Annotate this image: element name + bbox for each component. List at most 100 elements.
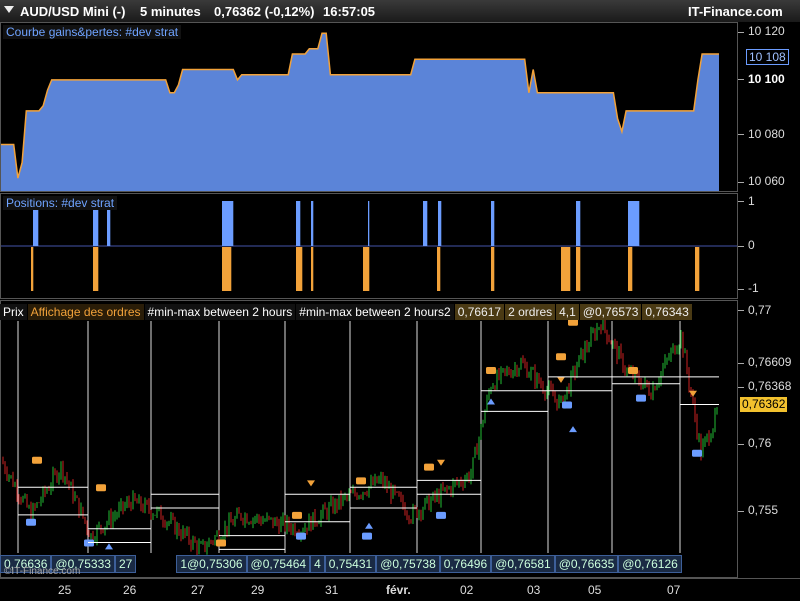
price-tick: 0,76368 [748, 379, 792, 393]
price-tick: 0,76609 [748, 355, 792, 369]
tick-mark [738, 387, 744, 388]
short-order-marker [556, 353, 566, 361]
long-order-marker [296, 532, 306, 540]
order-label: @0,75738 [376, 555, 440, 573]
positions-tick: 0 [748, 238, 755, 252]
time-label: 25 [58, 583, 72, 597]
order-label: @0,76581 [491, 555, 555, 573]
long-position-bar [493, 201, 495, 246]
short-position-bar [368, 247, 370, 291]
tick-mark [738, 246, 744, 247]
long-order-marker [362, 532, 372, 540]
short-position-bar [439, 247, 441, 291]
short-position-bar [230, 247, 232, 291]
legend-orders[interactable]: Affichage des ordres [27, 304, 144, 320]
watermark: ©IT-Finance.com [4, 566, 81, 577]
equity-tick: 10 120 [748, 24, 785, 38]
order-label: @0,76126 [618, 555, 682, 573]
buy-arrow-icon [365, 522, 373, 529]
price-tick: 0,77 [748, 303, 772, 317]
short-order-marker [356, 477, 366, 485]
equity-panel[interactable]: Courbe gains&pertes: #dev strat [0, 22, 738, 192]
order-label: @0,76635 [554, 555, 619, 573]
instrument-name[interactable]: AUD/USD Mini (-) [20, 4, 125, 19]
sell-arrow-icon [307, 480, 315, 487]
legend-value: 0,76617 [454, 304, 505, 320]
legend-indicator-2[interactable]: #min-max between 2 hours2 [296, 304, 454, 320]
tick-mark [738, 310, 744, 311]
short-order-marker [292, 511, 302, 519]
order-label: 0,75431 [324, 555, 377, 573]
long-position-bar [426, 201, 428, 246]
order-labels: 0,76636 @0,75333 27 1@0,75306 @0,75464 4 0,754… [0, 555, 682, 573]
tick-mark [738, 444, 744, 445]
tick-mark [738, 32, 744, 33]
brand-name: IT-Finance.com [688, 4, 783, 19]
tick-mark [738, 511, 744, 512]
price-tick: 0,76 [748, 436, 772, 450]
short-position-bar [698, 247, 700, 291]
price-scale[interactable]: 0,77 0,76609 0,76368 0,76362 0,76 0,755 [738, 300, 800, 578]
legend-value: 4,1 [556, 304, 579, 320]
long-order-marker [436, 511, 446, 519]
legend-price[interactable]: Prix [0, 304, 27, 320]
tick-mark [738, 289, 744, 290]
timeframe[interactable]: 5 minutes [140, 4, 201, 19]
last-price: 0,76362 (-0,12%) [214, 4, 315, 19]
legend-indicator[interactable]: #min-max between 2 hours [144, 304, 296, 320]
long-order-marker [562, 401, 572, 409]
time-axis[interactable]: 25 26 27 29 31 févr. 02 03 05 07 [0, 578, 800, 601]
short-position-bar [312, 247, 314, 291]
long-order-marker [636, 394, 646, 402]
short-order-marker [216, 539, 226, 547]
tick-mark [738, 79, 744, 80]
order-label: 0,76496 [439, 555, 492, 573]
time-label: 02 [460, 583, 474, 597]
short-position-bar [97, 247, 99, 291]
long-position-bar [232, 201, 234, 246]
equity-tick: 10 080 [748, 127, 785, 141]
short-position-bar [631, 247, 633, 291]
long-position-bar [312, 201, 314, 246]
title-bar: AUD/USD Mini (-) 5 minutes 0,76362 (-0,1… [0, 0, 800, 23]
buy-arrow-icon [569, 426, 577, 433]
time-label: 26 [123, 583, 137, 597]
short-order-marker [628, 367, 638, 374]
short-position-bar [579, 247, 581, 291]
price-legend: Prix Affichage des ordres #min-max between… [0, 303, 693, 320]
long-position-bar [299, 201, 301, 246]
time-label: 07 [667, 583, 681, 597]
time-label-month: févr. [386, 583, 411, 597]
equity-tick: 10 060 [748, 174, 785, 188]
equity-panel-label: Courbe gains&pertes: #dev strat [3, 25, 182, 39]
equity-curve-chart [1, 32, 719, 191]
sell-arrow-icon [437, 459, 445, 466]
price-panel[interactable] [0, 300, 738, 578]
clock-time: 16:57:05 [323, 4, 376, 19]
price-chart [2, 314, 719, 557]
short-order-marker [96, 484, 106, 492]
positions-tick: -1 [748, 281, 759, 295]
time-label: 05 [588, 583, 602, 597]
menu-dropdown-icon[interactable] [4, 6, 14, 13]
buy-arrow-icon [105, 543, 113, 550]
time-label: 03 [527, 583, 541, 597]
price-tick: 0,755 [748, 503, 779, 517]
equity-current-value: 10 108 [746, 49, 789, 65]
sell-arrow-icon [689, 390, 697, 397]
short-position-bar [32, 247, 34, 291]
order-label: 27 [114, 555, 137, 573]
equity-area [1, 33, 719, 191]
equity-scale[interactable]: 10 120 10 108 10 100 10 080 10 060 [738, 22, 800, 192]
long-order-marker [26, 518, 36, 526]
tick-mark [738, 182, 744, 183]
long-position-bar [440, 201, 442, 246]
positions-scale[interactable]: 1 0 -1 [738, 193, 800, 299]
short-order-marker [424, 463, 434, 471]
short-order-marker [32, 456, 42, 464]
time-label: 31 [325, 583, 339, 597]
positions-panel[interactable]: Positions: #dev strat [0, 193, 738, 299]
legend-value: 2 ordres [505, 304, 556, 320]
positions-panel-label: Positions: #dev strat [3, 196, 118, 210]
order-label: 4 [310, 555, 325, 573]
